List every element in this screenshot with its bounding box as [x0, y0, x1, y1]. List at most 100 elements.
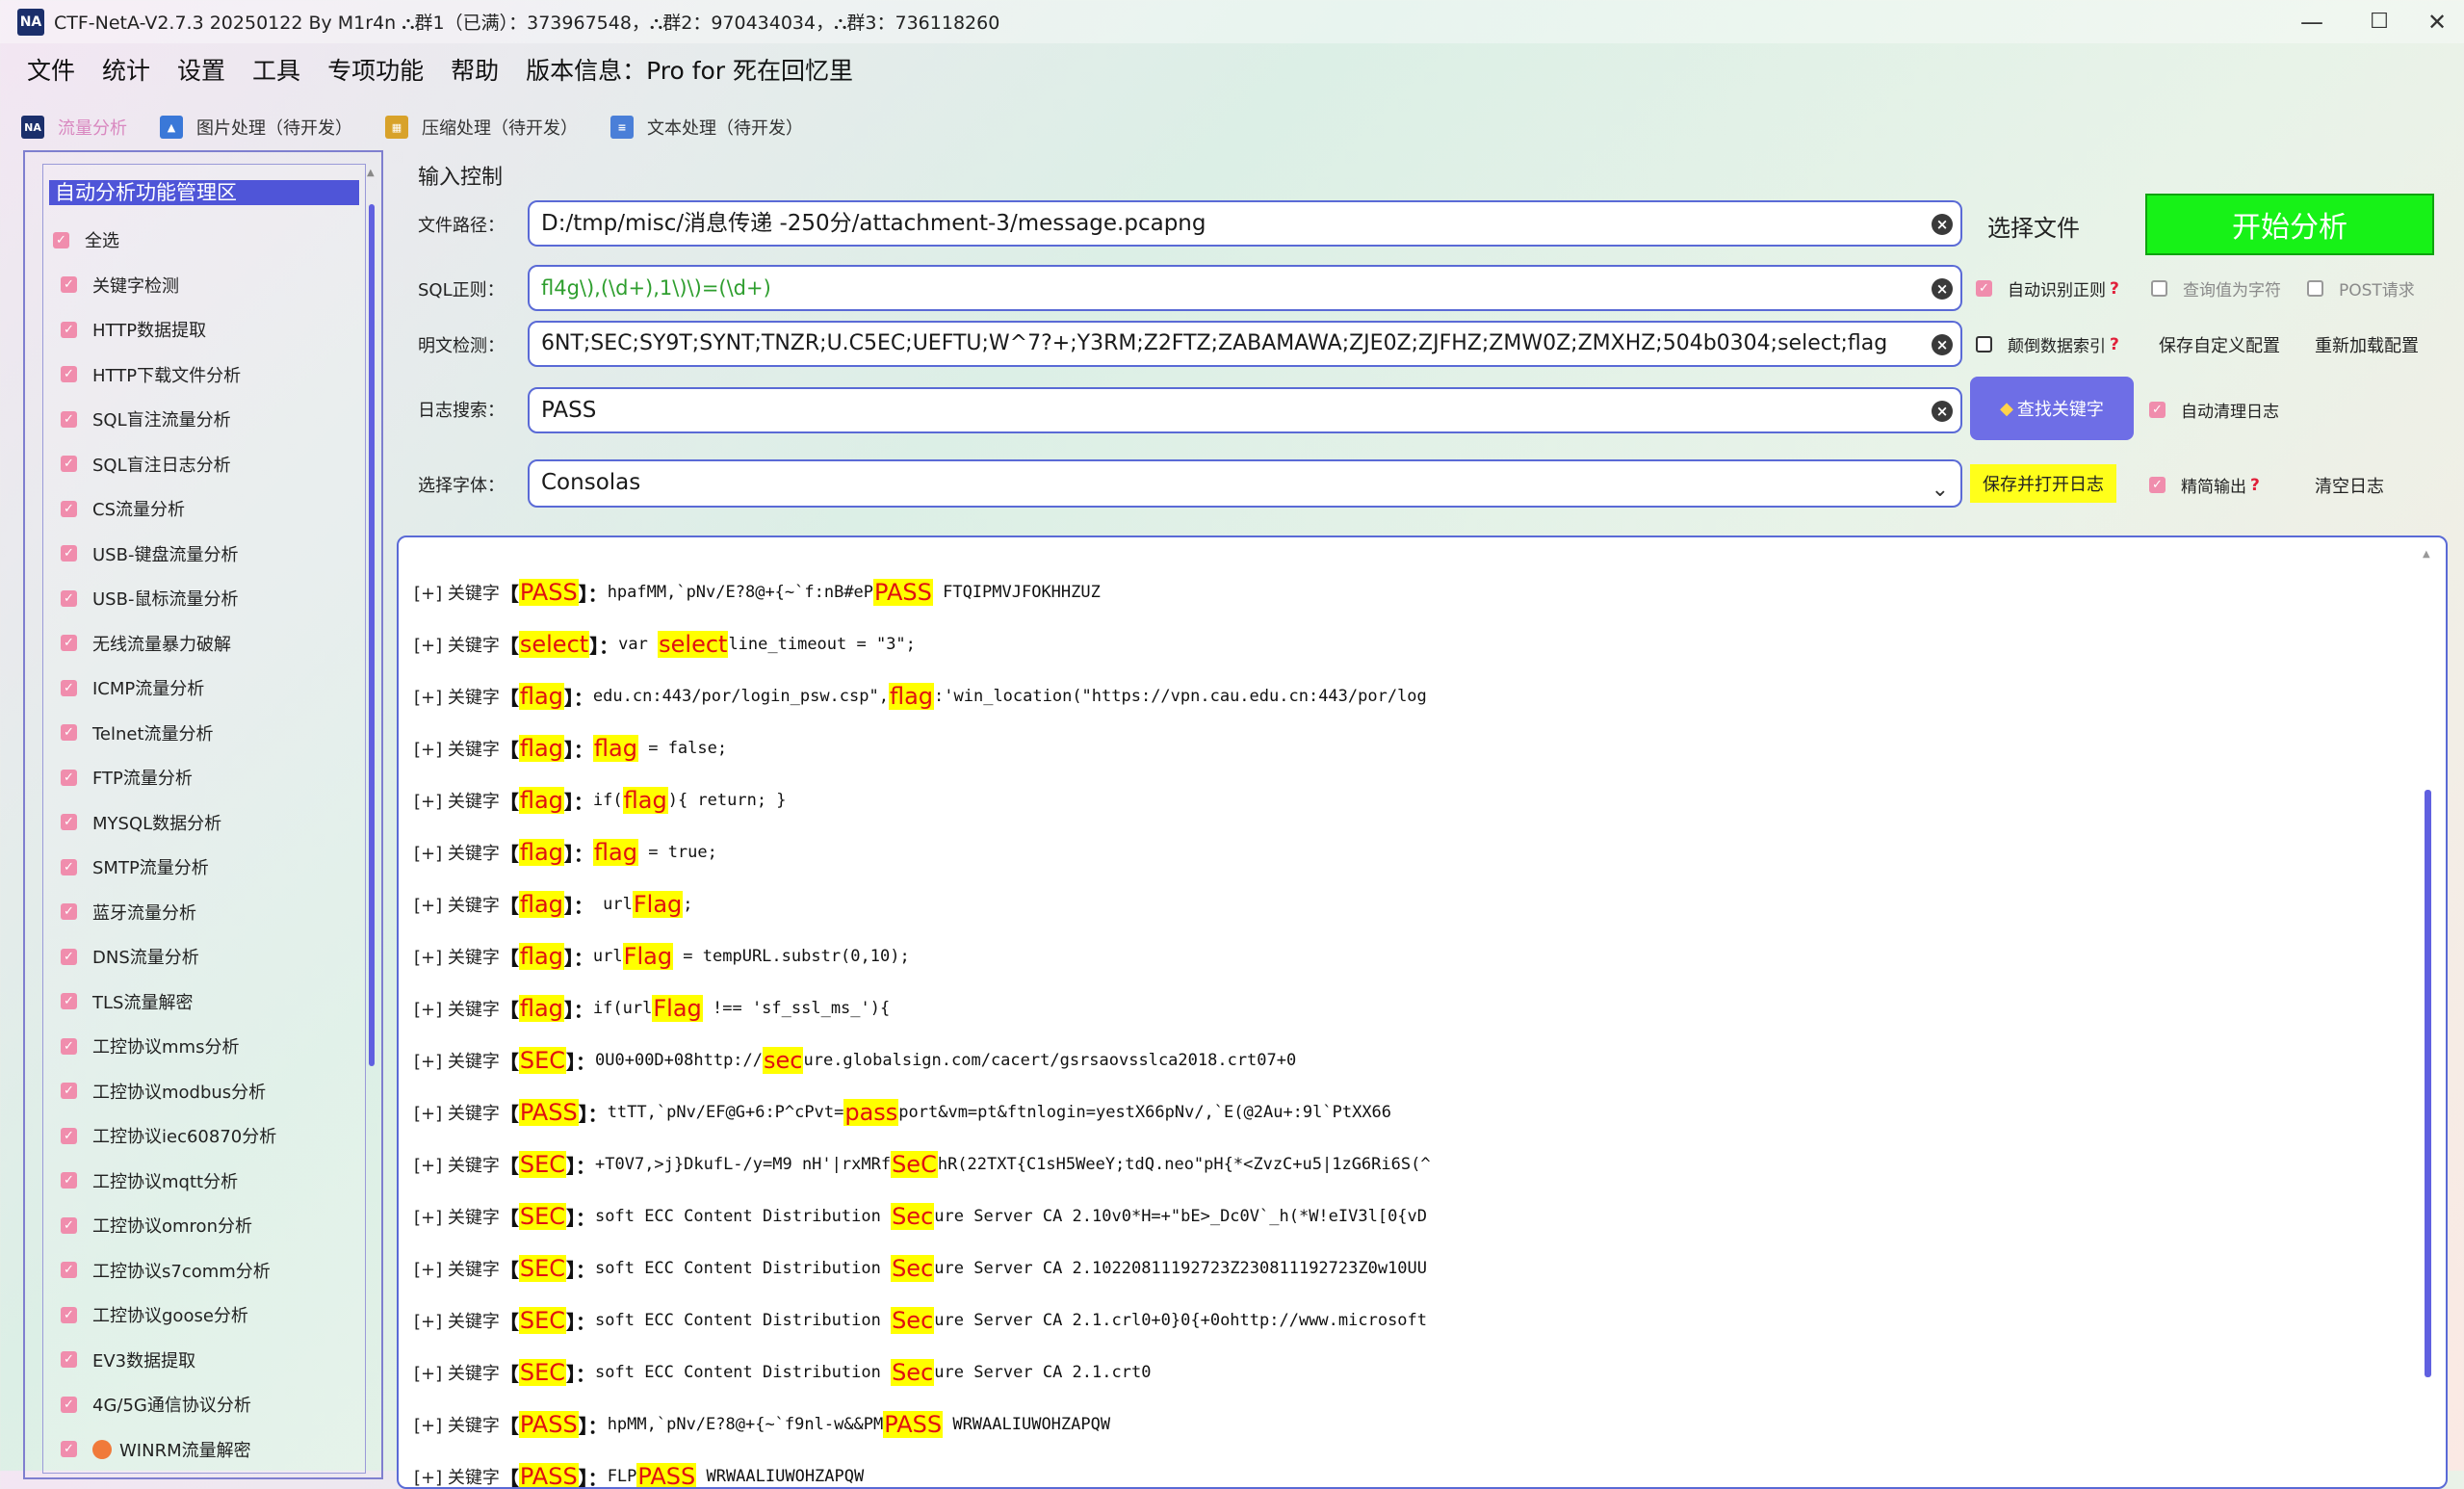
- clear-icon[interactable]: ×: [1932, 334, 1953, 355]
- find-keyword-button[interactable]: ◆ 查找关键字: [1970, 377, 2134, 440]
- menu-statistics[interactable]: 统计: [102, 52, 150, 87]
- help-icon[interactable]: ?: [2250, 476, 2260, 495]
- plaintext-detect-input[interactable]: 6NT;SEC;SY9T;SYNT;TNZR;U.C5EC;UEFTU;W^7?…: [528, 321, 1962, 367]
- select-file-button[interactable]: 选择文件: [1987, 209, 2080, 243]
- scrollbar-thumb[interactable]: [369, 204, 375, 1066]
- tab-label: 压缩处理（待开发）: [422, 115, 578, 140]
- analysis-option-checkbox[interactable]: ✓4G/5G通信协议分析: [53, 1382, 361, 1427]
- analysis-option-checkbox[interactable]: ✓ICMP流量分析: [53, 666, 361, 711]
- analysis-option-checkbox[interactable]: ✓SQL盲注日志分析: [53, 442, 361, 487]
- checkbox-label: HTTP下载文件分析: [92, 362, 241, 387]
- tab-traffic-analysis[interactable]: NA 流量分析: [21, 115, 127, 140]
- concise-output-checkbox[interactable]: ✓ 精简输出 ?: [2149, 473, 2260, 497]
- analysis-option-checkbox[interactable]: ✓Telnet流量分析: [53, 711, 361, 756]
- log-line: [+] 关键字【select】：var selectline_timeout =…: [414, 618, 1431, 670]
- reload-config-button[interactable]: 重新加载配置: [2315, 332, 2419, 357]
- analysis-option-checkbox[interactable]: ✓FTP流量分析: [53, 755, 361, 800]
- scroll-up-icon[interactable]: ▲: [367, 168, 375, 178]
- tab-text-processing[interactable]: ≡ 文本处理（待开发）: [610, 115, 803, 140]
- clear-icon[interactable]: ×: [1932, 278, 1953, 300]
- bracket: 】：: [579, 579, 608, 607]
- font-select-dropdown[interactable]: Consolas ⌄: [528, 459, 1962, 508]
- bracket: 】：: [564, 995, 593, 1023]
- clear-icon[interactable]: ×: [1932, 214, 1953, 235]
- checkbox-checked-icon: ✓: [61, 1217, 77, 1234]
- plaintext-detect-value: 6NT;SEC;SY9T;SYNT;TNZR;U.C5EC;UEFTU;W^7?…: [541, 331, 1887, 355]
- query-as-char-checkbox[interactable]: 查询值为字符: [2151, 276, 2281, 300]
- checkbox-checked-icon: ✓: [61, 814, 77, 830]
- log-keyword: SEC: [519, 1151, 566, 1178]
- analysis-option-checkbox[interactable]: ✓CS流量分析: [53, 486, 361, 532]
- menu-help[interactable]: 帮助: [451, 52, 499, 87]
- analysis-option-checkbox[interactable]: ✓工控协议mms分析: [53, 1024, 361, 1069]
- log-line: [+] 关键字【flag】：flag = true;: [414, 826, 1431, 878]
- analysis-option-checkbox[interactable]: ✓无线流量暴力破解: [53, 621, 361, 666]
- auto-regex-checkbox[interactable]: ✓ 自动识别正则 ?: [1976, 276, 2119, 300]
- analysis-option-checkbox[interactable]: ✓HTTP数据提取: [53, 307, 361, 353]
- select-all-checkbox[interactable]: ✓ 全选: [53, 218, 361, 263]
- close-button[interactable]: ✕: [2403, 0, 2464, 43]
- log-line: [+] 关键字【SEC】：+T0V7,>j}DkufL-/y=M9 nH'|rx…: [414, 1138, 1431, 1190]
- checkbox-checked-icon: ✓: [1976, 280, 1992, 297]
- analysis-option-checkbox[interactable]: ✓关键字检测: [53, 263, 361, 308]
- bracket: 】：: [579, 1411, 608, 1439]
- analysis-option-checkbox[interactable]: ✓工控协议goose分析: [53, 1293, 361, 1338]
- log-text: edu.cn:443/por/login_psw.csp",: [593, 687, 889, 706]
- tab-image-processing[interactable]: ▲ 图片处理（待开发）: [160, 115, 352, 140]
- bracket: 【: [500, 1099, 519, 1127]
- log-text: :'win_location("https://vpn.cau.edu.cn:4…: [934, 687, 1427, 706]
- analysis-option-checkbox[interactable]: ✓工控协议s7comm分析: [53, 1248, 361, 1293]
- log-prefix: [+] 关键字: [414, 892, 500, 917]
- analysis-option-checkbox[interactable]: ✓USB-键盘流量分析: [53, 532, 361, 577]
- help-icon[interactable]: ?: [2110, 335, 2119, 354]
- save-open-log-button[interactable]: 保存并打开日志: [1970, 464, 2116, 503]
- chevron-down-icon[interactable]: ⌄: [1932, 469, 1949, 508]
- analysis-option-checkbox[interactable]: ✓蓝牙流量分析: [53, 890, 361, 935]
- main-tabs: NA 流量分析 ▲ 图片处理（待开发） ▦ 压缩处理（待开发） ≡ 文本处理（待…: [21, 108, 836, 146]
- log-search-input[interactable]: PASS ×: [528, 387, 1962, 433]
- log-output-area[interactable]: [+] 关键字【PASS】：hpafMM,`pNv/E?8@+{~`f:nB#e…: [397, 536, 2448, 1489]
- left-panel-scrollbar[interactable]: ▲: [367, 166, 376, 1476]
- analysis-option-checkbox[interactable]: ✓工控协议mqtt分析: [53, 1159, 361, 1204]
- menu-file[interactable]: 文件: [27, 52, 75, 87]
- checkbox-checked-icon: ✓: [61, 411, 77, 428]
- log-prefix: [+] 关键字: [414, 840, 500, 865]
- scroll-up-icon[interactable]: ▲: [2423, 549, 2430, 560]
- help-icon[interactable]: ?: [2110, 279, 2119, 299]
- analysis-option-checkbox[interactable]: ✓MYSQL数据分析: [53, 800, 361, 846]
- checkbox-checked-icon: ✓: [61, 949, 77, 965]
- log-line: [+] 关键字【SEC】：0U0+00D+08http://secure.glo…: [414, 1034, 1431, 1086]
- analysis-option-checkbox[interactable]: ✓HTTP下载文件分析: [53, 353, 361, 398]
- file-path-input[interactable]: D:/tmp/misc/消息传递 -250分/attachment-3/mess…: [528, 200, 1962, 247]
- log-scrollbar-thumb[interactable]: [2425, 790, 2431, 1377]
- menu-version-info[interactable]: 版本信息：Pro for 死在回忆里: [526, 52, 853, 87]
- analysis-option-checkbox[interactable]: ✓工控协议modbus分析: [53, 1069, 361, 1114]
- analysis-option-checkbox[interactable]: ✓工控协议iec60870分析: [53, 1113, 361, 1159]
- analysis-option-checkbox[interactable]: ✓工控协议omron分析: [53, 1203, 361, 1248]
- start-analysis-button[interactable]: 开始分析: [2145, 194, 2434, 255]
- auto-clear-log-checkbox[interactable]: ✓ 自动清理日志: [2149, 398, 2279, 422]
- analysis-option-checkbox[interactable]: ✓TLS流量解密: [53, 980, 361, 1025]
- minimize-button[interactable]: —: [2278, 0, 2346, 43]
- clear-log-button[interactable]: 清空日志: [2315, 473, 2384, 498]
- log-text: soft ECC Content Distribution: [595, 1259, 891, 1278]
- analysis-option-checkbox[interactable]: ✓SMTP流量分析: [53, 845, 361, 890]
- log-text: ure Server CA 2.1.crl0+0}0{+0ohttp://www…: [934, 1311, 1427, 1330]
- tab-compression[interactable]: ▦ 压缩处理（待开发）: [385, 115, 578, 140]
- analysis-option-checkbox[interactable]: ✓USB-鼠标流量分析: [53, 576, 361, 621]
- menu-tools[interactable]: 工具: [252, 52, 300, 87]
- clear-icon[interactable]: ×: [1932, 401, 1953, 422]
- analysis-option-checkbox[interactable]: ✓SQL盲注流量分析: [53, 397, 361, 442]
- analysis-option-checkbox[interactable]: ✓EV3数据提取: [53, 1338, 361, 1383]
- menu-special-functions[interactable]: 专项功能: [327, 52, 424, 87]
- reverse-index-checkbox[interactable]: 颠倒数据索引 ?: [1976, 332, 2119, 356]
- save-custom-config-button[interactable]: 保存自定义配置: [2159, 332, 2280, 357]
- sql-regex-input[interactable]: fl4g\),(\d+),1\)\)=(\d+) ×: [528, 265, 1962, 311]
- analysis-option-checkbox[interactable]: ✓DNS流量分析: [53, 934, 361, 980]
- analysis-option-checkbox[interactable]: ✓WINRM流量解密: [53, 1427, 361, 1473]
- menu-settings[interactable]: 设置: [177, 52, 225, 87]
- log-match-highlight: PASS: [873, 579, 933, 606]
- log-prefix: [+] 关键字: [414, 1256, 500, 1281]
- checkbox-label: 颠倒数据索引: [2008, 332, 2106, 356]
- post-request-checkbox[interactable]: POST请求: [2307, 276, 2415, 300]
